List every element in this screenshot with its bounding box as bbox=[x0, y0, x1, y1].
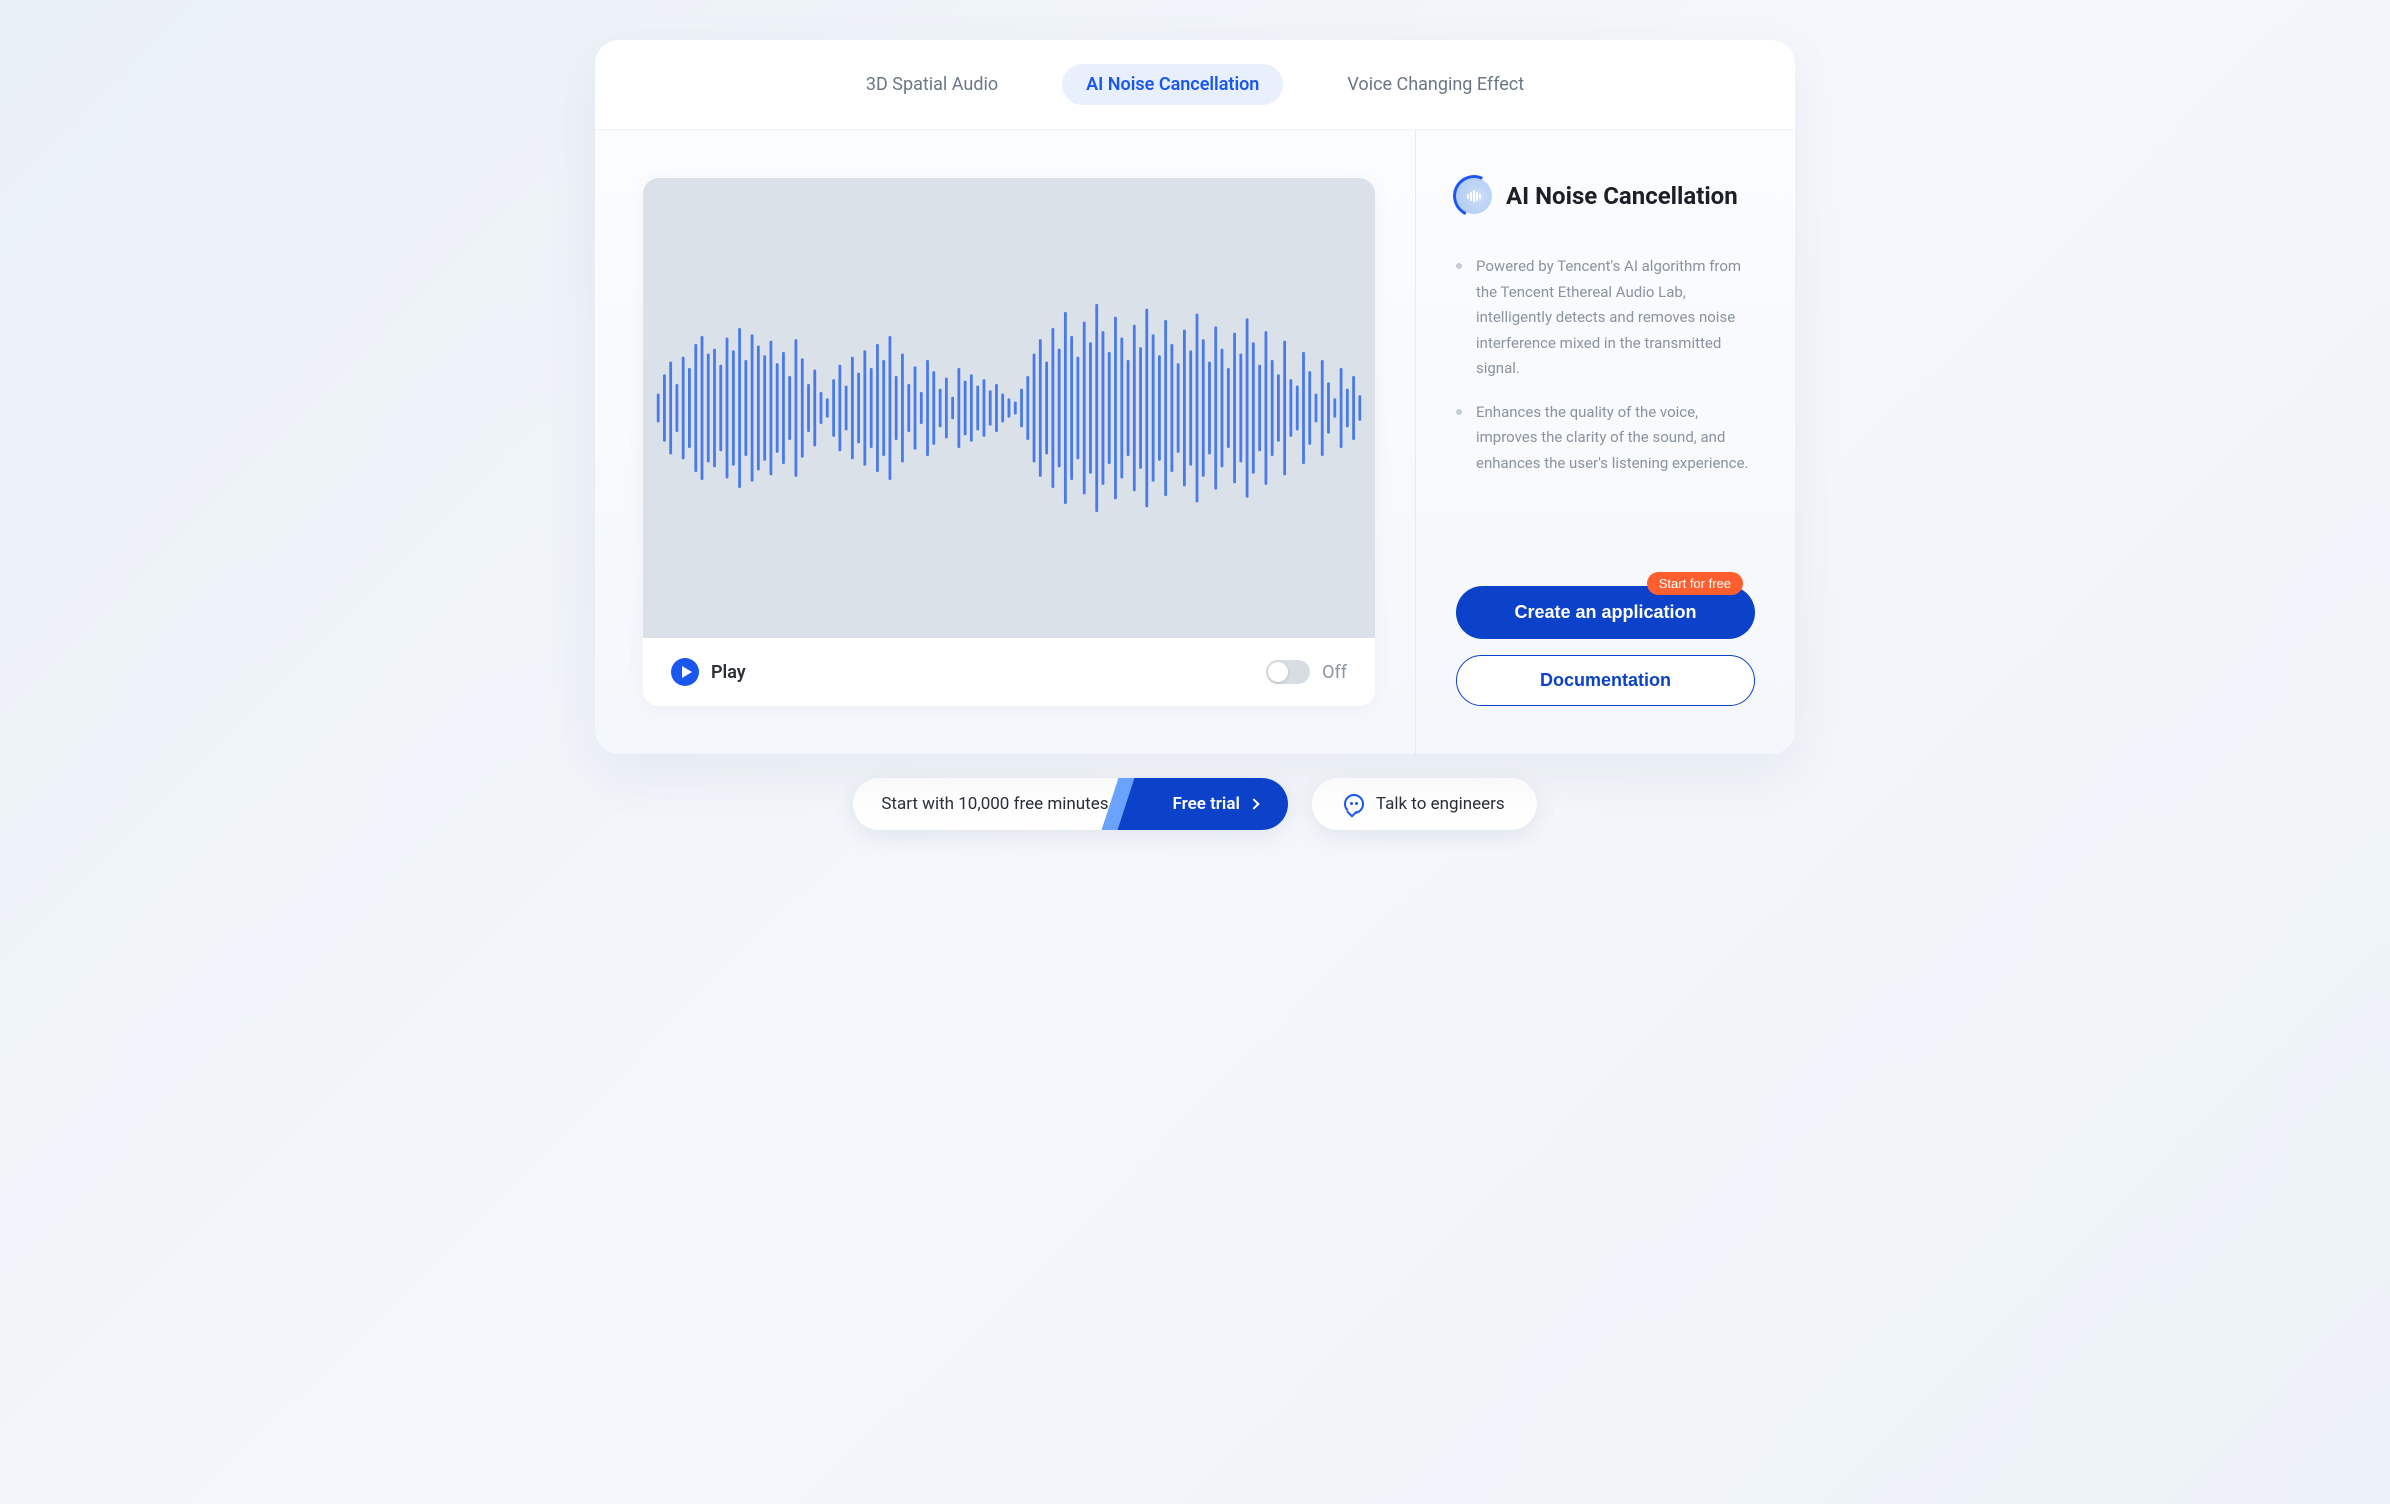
talk-to-engineers-label: Talk to engineers bbox=[1376, 794, 1505, 814]
play-label: Play bbox=[711, 662, 746, 683]
start-for-free-badge: Start for free bbox=[1647, 572, 1743, 595]
talk-to-engineers-pill[interactable]: Talk to engineers bbox=[1312, 778, 1537, 830]
free-trial-button[interactable]: Free trial bbox=[1136, 778, 1287, 830]
info-panel: AI Noise Cancellation Powered by Tencent… bbox=[1415, 130, 1795, 754]
start-minutes-label: Start with 10,000 free minutes bbox=[853, 778, 1136, 830]
documentation-button[interactable]: Documentation bbox=[1456, 655, 1755, 706]
footer-pill-row: Start with 10,000 free minutes Free tria… bbox=[853, 778, 1536, 830]
free-trial-pill[interactable]: Start with 10,000 free minutes Free tria… bbox=[853, 778, 1288, 830]
chat-bubble-icon bbox=[1344, 794, 1364, 814]
feature-bullet: Enhances the quality of the voice, impro… bbox=[1456, 400, 1755, 477]
audio-wave-icon bbox=[1456, 178, 1492, 214]
play-icon bbox=[671, 658, 699, 686]
tab-voice-changing-effect[interactable]: Voice Changing Effect bbox=[1323, 64, 1548, 105]
tab-3d-spatial-audio[interactable]: 3D Spatial Audio bbox=[842, 64, 1022, 105]
effect-toggle[interactable] bbox=[1266, 660, 1310, 684]
feature-bullet-list: Powered by Tencent's AI algorithm from t… bbox=[1456, 254, 1755, 586]
feature-title: AI Noise Cancellation bbox=[1506, 182, 1738, 210]
chevron-right-icon bbox=[1248, 798, 1259, 809]
feature-bullet: Powered by Tencent's AI algorithm from t… bbox=[1456, 254, 1755, 382]
cta-group: Create an application Start for free Doc… bbox=[1456, 586, 1755, 706]
content-area: Play Off AI Noise C bbox=[595, 130, 1795, 754]
toggle-knob bbox=[1268, 662, 1288, 682]
tab-ai-noise-cancellation[interactable]: AI Noise Cancellation bbox=[1062, 64, 1283, 105]
waveform-svg bbox=[655, 178, 1363, 638]
create-application-button[interactable]: Create an application Start for free bbox=[1456, 586, 1755, 639]
effect-toggle-group: Off bbox=[1266, 660, 1347, 684]
player-controls: Play Off bbox=[643, 638, 1375, 706]
tab-bar: 3D Spatial Audio AI Noise Cancellation V… bbox=[595, 40, 1795, 130]
feature-header: AI Noise Cancellation bbox=[1456, 178, 1755, 214]
demo-panel: Play Off bbox=[595, 130, 1415, 754]
waveform-canvas bbox=[643, 178, 1375, 638]
toggle-label: Off bbox=[1322, 662, 1347, 683]
create-application-label: Create an application bbox=[1514, 602, 1696, 622]
play-button[interactable]: Play bbox=[671, 658, 746, 686]
waveform-container: Play Off bbox=[643, 178, 1375, 706]
feature-card: 3D Spatial Audio AI Noise Cancellation V… bbox=[595, 40, 1795, 754]
free-trial-label: Free trial bbox=[1172, 794, 1239, 814]
